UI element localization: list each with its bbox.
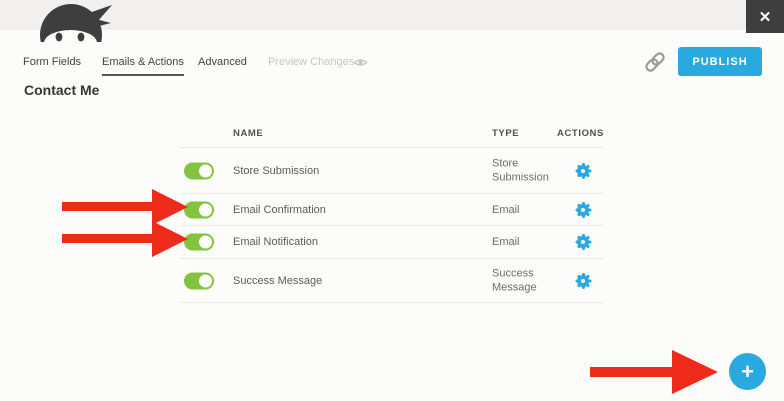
tab-emails-and-actions[interactable]: Emails & Actions <box>102 55 184 76</box>
table-row-success-message: Success Message Success Message <box>180 258 603 303</box>
action-name: Email Confirmation <box>233 203 326 216</box>
toggle-knob <box>199 235 212 249</box>
toggle-switch[interactable] <box>184 233 214 251</box>
column-header-name: NAME <box>233 128 264 139</box>
toggle-knob <box>199 274 212 287</box>
gear-icon[interactable] <box>575 272 591 289</box>
tab-form-fields[interactable]: Form Fields <box>23 55 81 74</box>
toggle-knob <box>199 203 212 216</box>
table-header-row: NAME TYPE ACTIONS <box>180 124 603 147</box>
close-button[interactable]: ✕ <box>746 0 784 33</box>
action-type: Store Submission <box>492 157 549 184</box>
add-action-button[interactable]: + <box>729 353 766 390</box>
toggle-switch[interactable] <box>184 162 214 179</box>
eye-icon <box>353 57 368 72</box>
annotation-arrow-add-action <box>590 350 718 394</box>
action-name: Success Message <box>233 274 323 287</box>
ninja-forms-logo-icon <box>38 2 118 66</box>
form-title: Contact Me <box>24 82 100 98</box>
share-link-button[interactable] <box>643 50 667 74</box>
annotation-arrow-email-notification <box>62 221 188 257</box>
tab-label: Advanced <box>198 56 247 68</box>
toggle-switch[interactable] <box>184 201 214 218</box>
column-header-type: TYPE <box>492 128 520 139</box>
plus-icon: + <box>741 359 754 384</box>
gear-icon[interactable] <box>575 162 591 179</box>
column-header-actions: ACTIONS <box>557 128 604 139</box>
toggle-switch[interactable] <box>184 272 214 289</box>
toggle-knob <box>199 164 212 177</box>
chain-link-icon <box>643 52 667 77</box>
tab-preview-changes[interactable]: Preview Changes <box>268 55 368 74</box>
close-icon: ✕ <box>758 8 772 26</box>
table-row-email-notification: Email Notification Email <box>180 225 603 258</box>
action-type: Email <box>492 203 520 216</box>
table-row-store-submission: Store Submission Store Submission <box>180 147 603 193</box>
action-name: Email Notification <box>233 236 318 248</box>
tab-advanced[interactable]: Advanced <box>198 55 247 74</box>
table-row-email-confirmation: Email Confirmation Email <box>180 193 603 225</box>
gear-icon[interactable] <box>575 201 591 218</box>
annotation-arrow-email-confirmation <box>62 189 188 225</box>
action-type: Success Message <box>492 267 537 294</box>
action-name: Store Submission <box>233 164 320 177</box>
publish-button[interactable]: PUBLISH <box>678 47 762 76</box>
tab-label: Form Fields <box>23 56 82 68</box>
gear-icon[interactable] <box>575 234 591 250</box>
actions-table: NAME TYPE ACTIONS Store Submission Store… <box>180 124 603 303</box>
tab-label: Emails & Actions <box>102 55 184 76</box>
action-type: Email <box>492 235 520 248</box>
form-builder-window: ✕ Form Fields Emails & Actions Advanced … <box>0 0 784 401</box>
tab-label: Preview Changes <box>268 56 355 68</box>
